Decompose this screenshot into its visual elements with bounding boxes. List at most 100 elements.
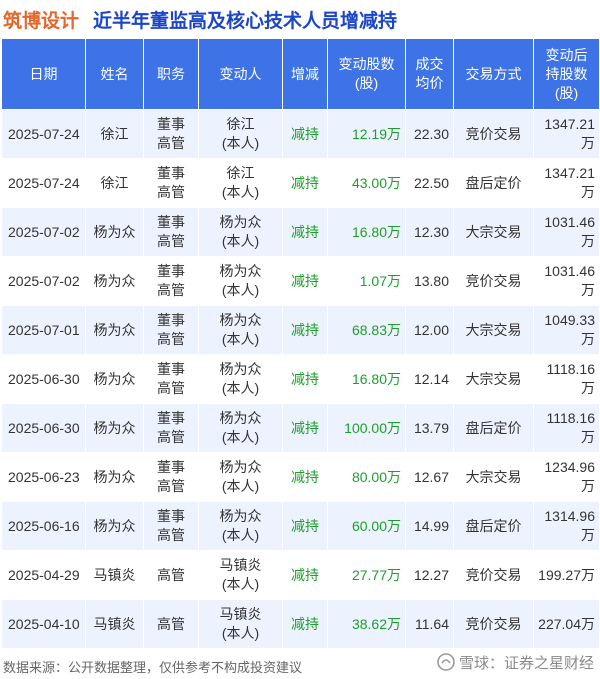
price-cell: 22.50 [405, 158, 454, 208]
direction-cell: 减持 [282, 403, 328, 453]
direction-cell: 减持 [282, 207, 328, 257]
role-cell: 董事 高管 [143, 305, 199, 355]
direction-cell: 减持 [282, 354, 328, 404]
name-cell: 杨为众 [85, 403, 144, 453]
table-row: 2025-07-02 杨为众 董事 高管 杨为众 (本人) 减持 16.80万 12.30 大宗交… [1, 207, 600, 257]
price-cell: 12.67 [405, 452, 454, 502]
table-row: 2025-06-16 杨为众 董事 高管 杨为众 (本人) 减持 60.00万 14.99 盘后定… [1, 501, 600, 551]
shares-cell: 12.19万 [327, 109, 406, 159]
holding-cell: 1118.16万 [533, 403, 600, 453]
holding-cell: 1031.46万 [533, 207, 600, 257]
date-cell: 2025-07-02 [1, 256, 86, 306]
changer-cell-line: (本人) [221, 429, 260, 445]
shares-cell: 38.62万 [327, 599, 406, 649]
column-header-text: (股) [354, 75, 379, 91]
role-cell-line: 高管 [157, 331, 185, 347]
role-cell-line: 高管 [157, 135, 185, 151]
table-row: 2025-06-23 杨为众 董事 高管 杨为众 (本人) 减持 80.00万 12.67 大宗交… [1, 452, 600, 502]
method-cell: 大宗交易 [453, 207, 534, 257]
table-header-row: 日期 姓名 职务 变动人 增减 变动股数 (股) 成交 均价 交易方式 变动后 持股数 (股) [1, 38, 600, 110]
snowball-logo-icon [437, 653, 455, 671]
changer-cell: 马镇炎 (本人) [198, 599, 283, 649]
changer-cell: 徐江 (本人) [198, 158, 283, 208]
holding-cell: 199.27万 [533, 550, 600, 600]
table-row: 2025-07-02 杨为众 董事 高管 杨为众 (本人) 减持 1.07万 13.80 竞价交易… [1, 256, 600, 306]
shares-cell: 100.00万 [327, 403, 406, 453]
name-cell: 杨为众 [85, 256, 144, 306]
column-header-text: 日期 [29, 65, 58, 82]
table-row: 2025-07-01 杨为众 董事 高管 杨为众 (本人) 减持 68.83万 12.00 大宗交… [1, 305, 600, 355]
method-cell: 盘后定价 [453, 501, 534, 551]
role-cell: 董事 高管 [143, 256, 199, 306]
shares-cell: 16.80万 [327, 354, 406, 404]
method-cell: 大宗交易 [453, 354, 534, 404]
holding-cell: 227.04万 [533, 599, 600, 649]
role-cell: 董事 高管 [143, 354, 199, 404]
price-cell: 12.30 [405, 207, 454, 257]
changer-cell-line: (本人) [221, 282, 260, 298]
table-row: 2025-06-30 杨为众 董事 高管 杨为众 (本人) 减持 16.80万 12.14 大宗交… [1, 354, 600, 404]
direction-cell: 减持 [282, 452, 328, 502]
role-cell-line: 董事 [157, 508, 185, 524]
date-cell: 2025-07-01 [1, 305, 86, 355]
price-cell: 14.99 [405, 501, 454, 551]
role-cell-line: 董事 [157, 312, 185, 328]
direction-cell: 减持 [282, 550, 328, 600]
date-cell: 2025-07-02 [1, 207, 86, 257]
role-cell: 董事 高管 [143, 452, 199, 502]
direction-cell: 减持 [282, 501, 328, 551]
changer-cell: 徐江 (本人) [198, 109, 283, 159]
table-row: 2025-04-10 马镇炎 高管 马镇炎 (本人) 减持 38.62万 11.64 竞价交易 2… [1, 599, 600, 649]
column-header-text: 交易方式 [465, 65, 522, 82]
name-cell: 马镇炎 [85, 599, 144, 649]
holding-cell: 1031.46万 [533, 256, 600, 306]
price-cell: 12.00 [405, 305, 454, 355]
role-cell: 董事 高管 [143, 403, 199, 453]
date-cell: 2025-07-24 [1, 109, 86, 159]
changer-cell-line: 杨为众 [219, 508, 262, 524]
role-cell-line: 董事 [157, 165, 185, 181]
column-header: 增减 [282, 38, 328, 110]
changer-cell: 杨为众 (本人) [198, 256, 283, 306]
column-header-text: 姓名 [100, 65, 129, 82]
changer-cell-line: (本人) [221, 331, 260, 347]
price-cell: 13.79 [405, 403, 454, 453]
shares-cell: 1.07万 [327, 256, 406, 306]
direction-cell: 减持 [282, 109, 328, 159]
brand-text: 雪球：证券之星财经 [458, 654, 594, 672]
date-cell: 2025-07-24 [1, 158, 86, 208]
price-cell: 12.27 [405, 550, 454, 600]
holding-cell: 1347.21万 [533, 158, 600, 208]
direction-cell: 减持 [282, 305, 328, 355]
method-cell: 大宗交易 [453, 452, 534, 502]
role-cell-line: 董事 [157, 116, 185, 132]
column-header: 变动人 [198, 38, 283, 110]
method-cell: 大宗交易 [453, 305, 534, 355]
column-header: 成交 均价 [405, 38, 454, 110]
method-cell: 竞价交易 [453, 599, 534, 649]
role-cell-line: 高管 [157, 380, 185, 396]
role-cell-line: 高管 [157, 233, 185, 249]
column-header-text: 变动人 [219, 65, 262, 82]
role-cell-line: 高管 [157, 478, 185, 494]
table-row: 2025-04-29 马镇炎 高管 马镇炎 (本人) 减持 27.77万 12.27 竞价交易 1… [1, 550, 600, 600]
role-cell: 董事 高管 [143, 158, 199, 208]
role-cell-line: 董事 [157, 214, 185, 230]
column-header-text: 职务 [157, 65, 185, 82]
name-cell: 杨为众 [85, 305, 144, 355]
shares-cell: 80.00万 [327, 452, 406, 502]
shares-cell: 43.00万 [327, 158, 406, 208]
changer-cell: 杨为众 (本人) [198, 207, 283, 257]
shares-cell: 68.83万 [327, 305, 406, 355]
changer-cell: 杨为众 (本人) [198, 403, 283, 453]
changer-cell-line: (本人) [221, 380, 260, 396]
price-cell: 11.64 [405, 599, 454, 649]
price-cell: 22.30 [405, 109, 454, 159]
date-cell: 2025-06-23 [1, 452, 86, 502]
role-cell-line: 高管 [157, 184, 185, 200]
company-name: 筑博设计 [3, 10, 80, 32]
role-cell-line: 高管 [157, 527, 185, 543]
changer-cell-line: (本人) [221, 625, 260, 641]
direction-cell: 减持 [282, 599, 328, 649]
role-cell-line: 董事 [157, 459, 185, 475]
